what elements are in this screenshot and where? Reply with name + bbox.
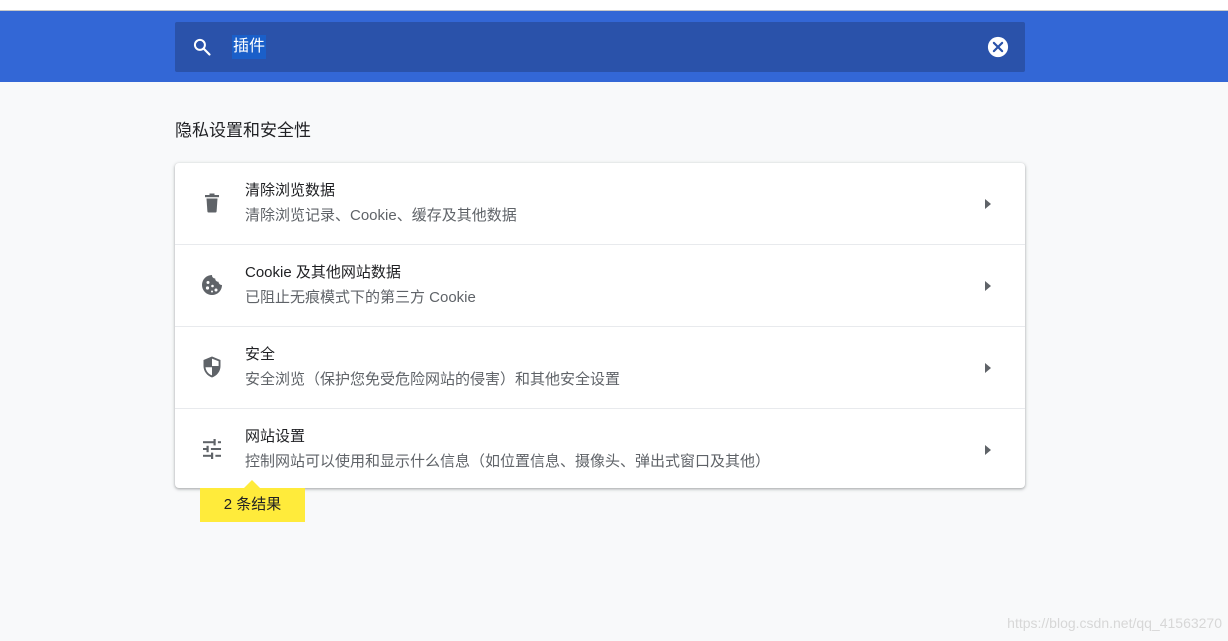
row-title: 清除浏览数据	[245, 182, 336, 199]
security-row[interactable]: 安全 安全浏览（保护您免受危险网站的侵害）和其他安全设置	[175, 327, 1025, 408]
watermark: https://blog.csdn.net/qq_41563270	[1007, 615, 1222, 631]
search-icon	[193, 38, 211, 56]
search-results-badge: 2 条结果	[200, 480, 305, 522]
row-title: 安全	[245, 346, 276, 363]
section-title: 隐私设置和安全性	[175, 121, 311, 140]
chevron-right-icon	[985, 281, 991, 291]
site-settings-row[interactable]: 网站设置 控制网站可以使用和显示什么信息（如位置信息、摄像头、弹出式窗口及其他）	[175, 409, 1025, 488]
results-count-label: 2 条结果	[223, 496, 282, 513]
row-subtitle: 安全浏览（保护您免受危险网站的侵害）和其他安全设置	[245, 371, 621, 388]
clear-browsing-data-row[interactable]: 清除浏览数据 清除浏览记录、Cookie、缓存及其他数据	[175, 163, 1025, 244]
row-subtitle: 清除浏览记录、Cookie、缓存及其他数据	[245, 207, 517, 224]
row-title: 网站设置	[245, 428, 306, 445]
cookies-site-data-row[interactable]: Cookie 及其他网站数据 已阻止无痕模式下的第三方 Cookie	[175, 245, 1025, 326]
chevron-right-icon	[985, 445, 991, 455]
search-input[interactable]: 插件	[232, 35, 267, 59]
row-title: Cookie 及其他网站数据	[245, 264, 401, 281]
clear-search-icon[interactable]	[987, 36, 1009, 58]
search-field[interactable]: 插件	[175, 22, 1025, 72]
tune-icon	[203, 439, 221, 459]
chevron-right-icon	[985, 363, 991, 373]
shield-icon	[203, 356, 221, 378]
row-subtitle: 控制网站可以使用和显示什么信息（如位置信息、摄像头、弹出式窗口及其他）	[245, 453, 771, 470]
trash-icon	[205, 193, 219, 213]
settings-header: 插件	[0, 11, 1228, 82]
cookie-icon	[202, 275, 222, 295]
chevron-right-icon	[985, 199, 991, 209]
window-top-border	[0, 0, 1228, 11]
row-subtitle: 已阻止无痕模式下的第三方 Cookie	[245, 289, 476, 306]
privacy-settings-card: 清除浏览数据 清除浏览记录、Cookie、缓存及其他数据 Cookie 及其他网…	[175, 163, 1025, 488]
